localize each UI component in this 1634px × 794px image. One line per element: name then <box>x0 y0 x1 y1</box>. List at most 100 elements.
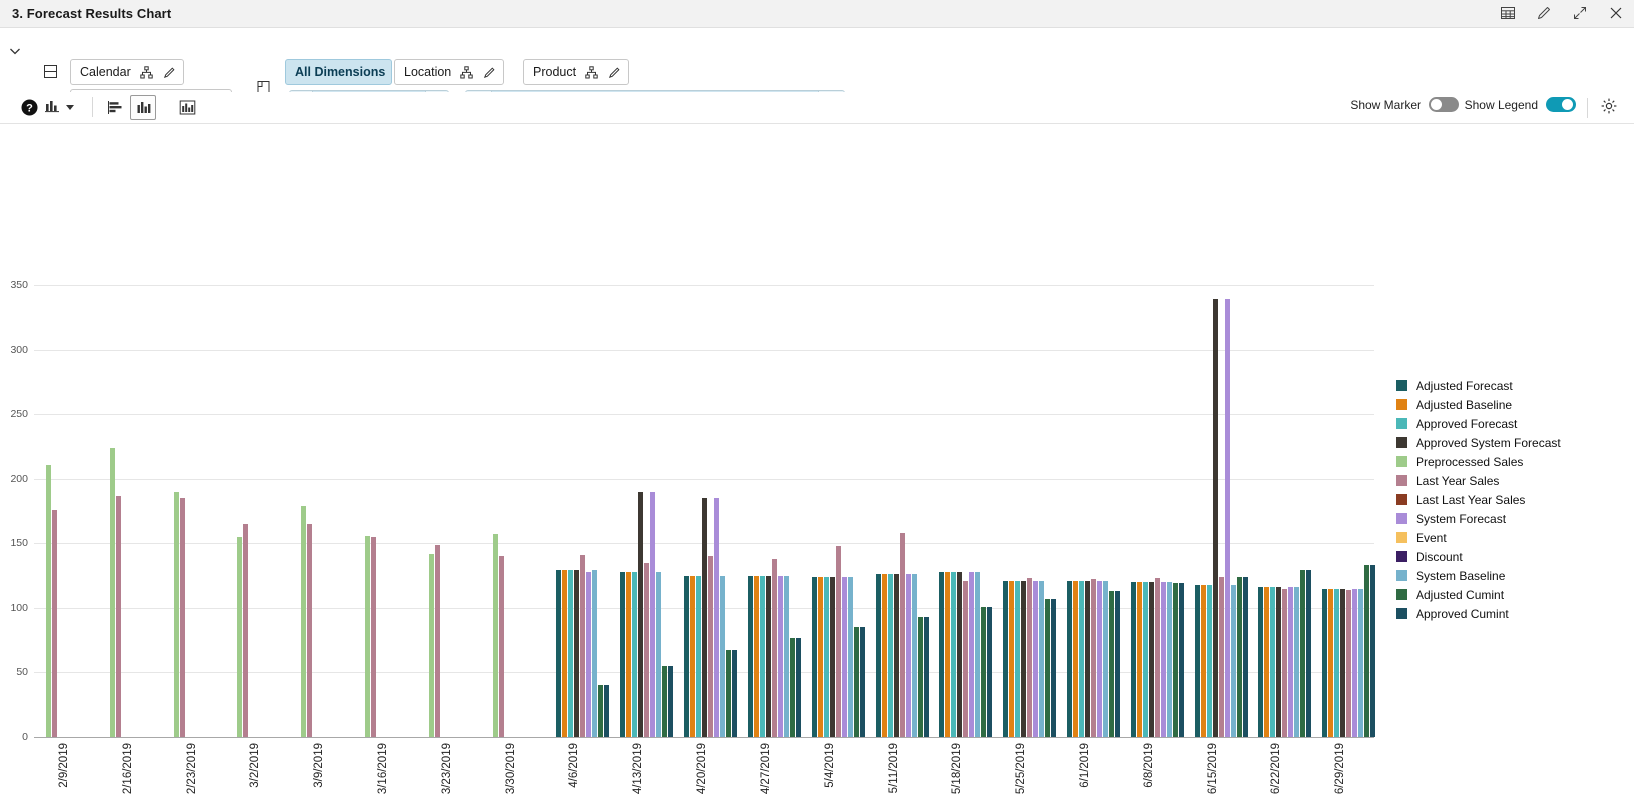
bar[interactable] <box>720 575 726 737</box>
bar[interactable] <box>1130 582 1136 737</box>
bar[interactable] <box>1078 580 1084 737</box>
popout-icon[interactable] <box>1570 3 1590 23</box>
bar[interactable] <box>1206 584 1212 737</box>
bar[interactable] <box>1021 580 1027 737</box>
gear-icon[interactable] <box>1600 97 1620 117</box>
bar[interactable] <box>732 650 738 737</box>
bar[interactable] <box>568 570 574 737</box>
bar[interactable] <box>759 575 765 737</box>
edit-pencil-icon[interactable] <box>1534 3 1554 23</box>
bar[interactable] <box>987 606 993 737</box>
bar[interactable] <box>620 571 626 737</box>
bar[interactable] <box>1154 578 1160 737</box>
legend-item[interactable]: System Baseline <box>1396 566 1561 585</box>
bar-group[interactable] <box>811 285 866 737</box>
bar[interactable] <box>690 575 696 737</box>
bar[interactable] <box>598 685 604 737</box>
bar[interactable] <box>580 554 586 737</box>
bar[interactable] <box>498 556 504 737</box>
bar[interactable] <box>1172 583 1178 737</box>
bar-group[interactable] <box>237 285 249 737</box>
bar[interactable] <box>604 685 610 737</box>
bar-group[interactable] <box>684 285 738 737</box>
show-legend-control[interactable]: Show Legend <box>1465 97 1576 112</box>
bar[interactable] <box>1294 587 1300 737</box>
bar[interactable] <box>650 491 656 737</box>
bar[interactable] <box>1276 587 1282 737</box>
bar-group[interactable] <box>620 285 674 737</box>
bar[interactable] <box>789 637 795 737</box>
bar[interactable] <box>753 575 759 737</box>
bar[interactable] <box>1270 587 1276 737</box>
bar[interactable] <box>656 571 662 737</box>
bar[interactable] <box>783 575 789 737</box>
bar[interactable] <box>708 556 714 737</box>
bar[interactable] <box>1009 580 1015 737</box>
hierarchy-icon[interactable] <box>459 65 474 80</box>
bar[interactable] <box>702 498 708 737</box>
bar[interactable] <box>1322 588 1328 737</box>
bar-group[interactable] <box>1258 285 1312 737</box>
bar[interactable] <box>981 606 987 737</box>
bar[interactable] <box>1136 582 1142 737</box>
bar[interactable] <box>1178 583 1184 737</box>
legend-item[interactable]: Approved Forecast <box>1396 414 1561 433</box>
bar[interactable] <box>1364 565 1370 737</box>
bar[interactable] <box>307 523 313 737</box>
bar[interactable] <box>939 571 945 737</box>
bar[interactable] <box>1242 576 1248 737</box>
legend-item[interactable]: Approved System Forecast <box>1396 433 1561 452</box>
bar[interactable] <box>1039 580 1045 737</box>
location-filter-pill[interactable]: Location <box>394 59 505 85</box>
bar[interactable] <box>592 570 598 737</box>
bar[interactable] <box>1166 582 1172 737</box>
bar[interactable] <box>586 571 592 737</box>
bar[interactable] <box>1264 587 1270 737</box>
bar[interactable] <box>371 536 377 737</box>
bar[interactable] <box>969 571 975 737</box>
vertical-bar-chart-button[interactable] <box>130 95 156 120</box>
bar[interactable] <box>847 576 853 737</box>
legend-item[interactable]: Adjusted Forecast <box>1396 376 1561 395</box>
bar[interactable] <box>668 665 674 737</box>
bar[interactable] <box>917 616 923 737</box>
bar-group[interactable] <box>747 285 802 737</box>
grouped-bar-chart-button[interactable] <box>174 95 200 120</box>
legend-item[interactable]: Last Last Year Sales <box>1396 490 1561 509</box>
bar-group[interactable] <box>556 285 610 737</box>
all-dimensions-tab[interactable]: All Dimensions <box>285 59 393 85</box>
legend-item[interactable]: Adjusted Baseline <box>1396 395 1561 414</box>
bar[interactable] <box>841 576 847 737</box>
pencil-icon[interactable] <box>162 65 177 80</box>
bar[interactable] <box>1258 587 1264 737</box>
bar[interactable] <box>881 574 887 737</box>
hierarchy-icon[interactable] <box>139 65 154 80</box>
bar[interactable] <box>115 495 121 737</box>
bar[interactable] <box>1358 588 1364 737</box>
help-icon[interactable]: ? <box>20 98 39 117</box>
bar[interactable] <box>923 616 929 737</box>
bar[interactable] <box>1230 584 1236 737</box>
bar[interactable] <box>237 536 243 737</box>
legend-item[interactable]: Preprocessed Sales <box>1396 452 1561 471</box>
bar[interactable] <box>747 575 753 737</box>
legend-item[interactable]: Approved Cumint <box>1396 604 1561 623</box>
bar[interactable] <box>1142 582 1148 737</box>
bar[interactable] <box>179 498 185 737</box>
table-view-icon[interactable] <box>1498 3 1518 23</box>
legend-item[interactable]: Event <box>1396 528 1561 547</box>
bar[interactable] <box>911 574 917 737</box>
legend-item[interactable]: Adjusted Cumint <box>1396 585 1561 604</box>
bar[interactable] <box>823 576 829 737</box>
bar[interactable] <box>696 575 702 737</box>
chevron-down-icon[interactable] <box>66 105 74 110</box>
bar-group[interactable] <box>301 285 313 737</box>
bar[interactable] <box>875 574 881 737</box>
bar[interactable] <box>301 505 307 737</box>
bar[interactable] <box>714 498 720 737</box>
bar[interactable] <box>811 576 817 737</box>
bar[interactable] <box>1236 576 1242 737</box>
bar[interactable] <box>1194 584 1200 737</box>
bar[interactable] <box>1288 587 1294 737</box>
bar[interactable] <box>765 575 771 737</box>
